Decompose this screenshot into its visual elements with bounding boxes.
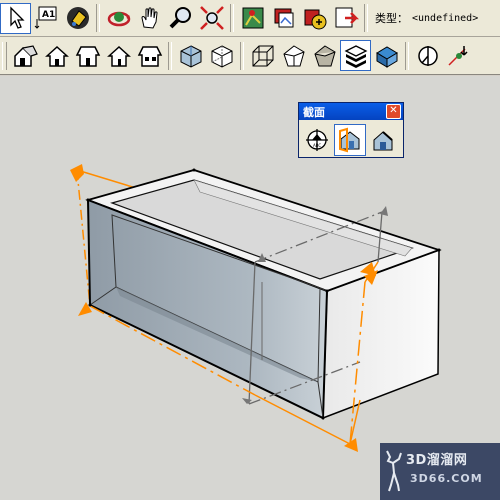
section-toolbar-panel: 截面 ✕ ABC: [298, 102, 404, 158]
entity-type-label: 类型：: [375, 12, 408, 25]
toolbar-separator: [230, 4, 234, 32]
map-position-button[interactable]: [237, 3, 268, 34]
add-section-plane-icon: ABC: [306, 129, 328, 151]
import-photo-button[interactable]: [268, 3, 299, 34]
watermark-title: 3D溜溜网: [406, 453, 468, 468]
add-section-plane-button[interactable]: ABC: [301, 124, 333, 156]
text-A1-icon: A1: [34, 6, 56, 29]
style-monochrome-button[interactable]: [340, 40, 371, 71]
paint-bucket-icon: [66, 7, 89, 29]
view-right-button[interactable]: [103, 40, 134, 71]
section-panel-close-icon[interactable]: ✕: [386, 104, 401, 119]
section-panel-buttons: ABC: [299, 120, 403, 160]
svg-text:A1: A1: [42, 10, 55, 20]
toolbar-separator: [364, 4, 368, 32]
style-backedges-button[interactable]: [206, 40, 237, 71]
view-front-button[interactable]: [72, 40, 103, 71]
hidden-line-cube-icon: [282, 44, 305, 66]
map-position-icon: [242, 7, 263, 29]
model-scene[interactable]: [0, 76, 500, 500]
watermark-logo: 3D溜溜网 3D66.COM: [380, 443, 500, 500]
style-hidden-line-button[interactable]: [278, 40, 309, 71]
backedges-cube-icon: [211, 44, 232, 68]
select-tool-button[interactable]: [0, 2, 31, 34]
front-view-house-icon: [75, 45, 100, 67]
send-to-layout-icon: [335, 7, 359, 28]
display-section-planes-button[interactable]: [334, 124, 366, 156]
toolbar-separator: [168, 41, 172, 70]
section-panel-title: 截面: [303, 105, 325, 119]
entity-type-value: <undefined>: [412, 12, 479, 24]
model-viewport[interactable]: 截面 ✕ ABC: [0, 76, 500, 500]
view-iso-button[interactable]: [10, 40, 41, 71]
style-wireframe-button[interactable]: [247, 40, 278, 71]
section-cut-icon: [447, 45, 468, 66]
top-view-house-icon: [44, 45, 69, 67]
pan-button[interactable]: [134, 3, 165, 34]
display-section-cuts-button[interactable]: [367, 124, 399, 156]
shaded-textures-cube-icon: [375, 45, 398, 68]
toolbar-separator: [240, 41, 244, 70]
section-plane-tool-button[interactable]: [412, 40, 443, 71]
orbit-icon: [107, 11, 130, 27]
section-plane-icon: [417, 45, 438, 66]
main-toolbar: A1 类型： <undefined>: [0, 0, 500, 37]
paint-bucket-button[interactable]: [62, 3, 93, 34]
view-back-button[interactable]: [134, 40, 165, 71]
style-shaded-button[interactable]: [309, 40, 340, 71]
back-view-house-icon: [137, 45, 162, 67]
zoom-button[interactable]: [165, 3, 196, 34]
xray-cube-icon: [180, 44, 201, 68]
zoom-icon: [169, 7, 191, 29]
style-shaded-textures-button[interactable]: [371, 40, 402, 71]
select-arrow-icon: [9, 6, 25, 29]
monochrome-layers-icon: [344, 44, 367, 68]
send-to-layout-button[interactable]: [330, 3, 361, 34]
component-export-button[interactable]: [299, 3, 330, 34]
shaded-cube-icon: [313, 44, 336, 66]
svg-text:ABC: ABC: [313, 143, 321, 148]
style-xray-button[interactable]: [175, 40, 206, 71]
toolbar-grip[interactable]: [2, 41, 7, 70]
display-section-planes-icon: [339, 127, 360, 153]
iso-view-house-icon: [13, 44, 38, 67]
deer-logo-icon: [386, 450, 402, 492]
zoom-extents-button[interactable]: [196, 3, 227, 34]
orbit-button[interactable]: [103, 3, 134, 34]
toolbar-separator: [96, 4, 100, 32]
pan-hand-icon: [140, 7, 158, 29]
component-export-icon: [304, 9, 326, 30]
section-cut-tool-button[interactable]: [443, 40, 474, 71]
right-view-house-icon: [106, 45, 131, 67]
watermark-subtitle: 3D66.COM: [410, 472, 483, 485]
zoom-extents-icon: [199, 6, 224, 30]
view-top-button[interactable]: [41, 40, 72, 71]
section-panel-titlebar[interactable]: 截面 ✕: [299, 103, 403, 120]
wireframe-cube-icon: [252, 45, 273, 66]
import-photo-icon: [274, 8, 293, 28]
text-tool-button[interactable]: A1: [31, 3, 62, 34]
toolbar-separator: [405, 41, 409, 70]
views-styles-toolbar: [0, 37, 500, 75]
display-section-cuts-icon: [373, 131, 393, 151]
